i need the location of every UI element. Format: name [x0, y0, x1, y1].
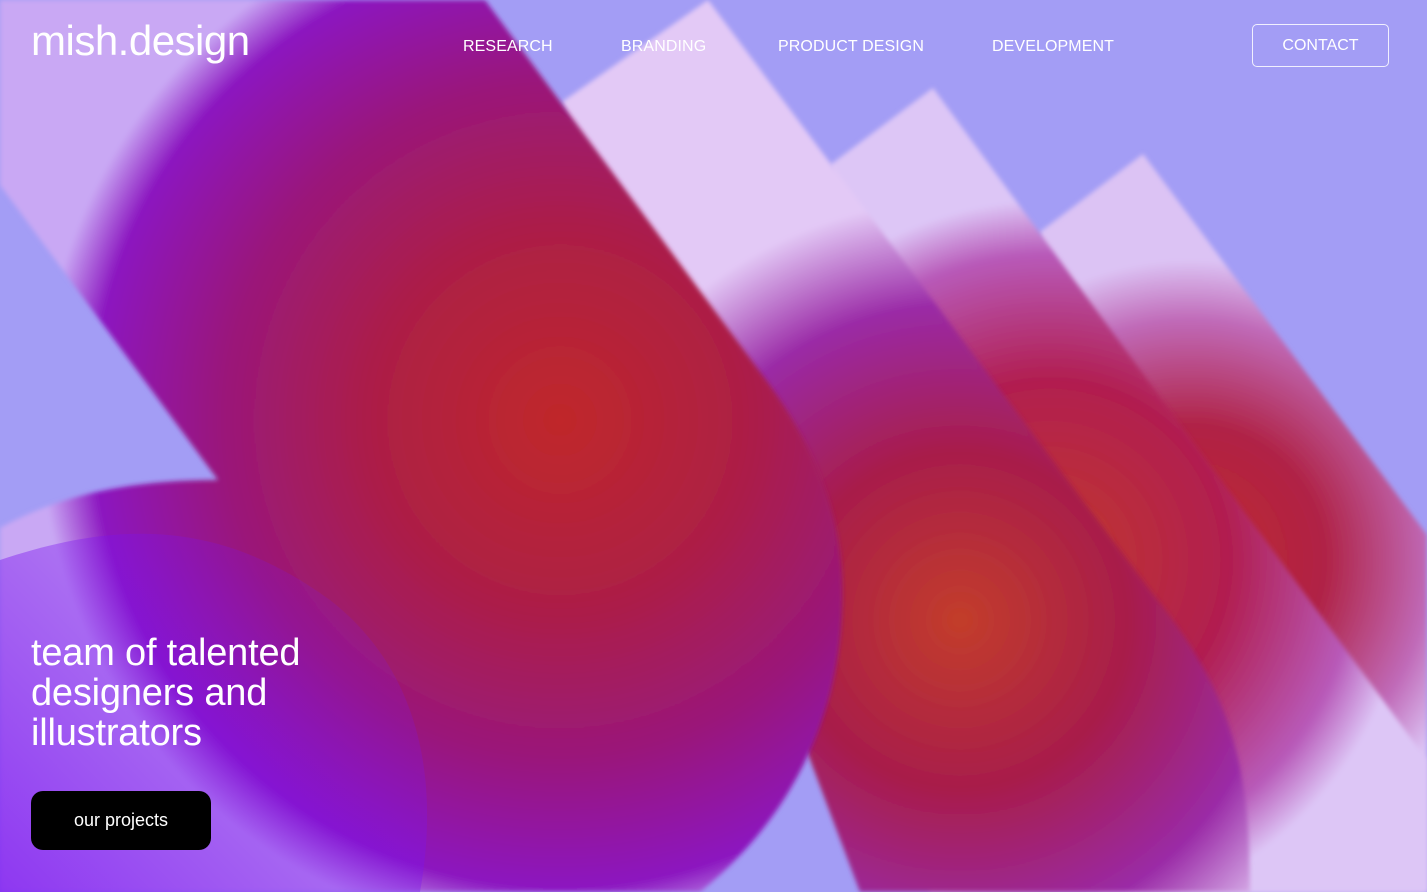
contact-button[interactable]: CONTACT [1252, 24, 1389, 67]
our-projects-button[interactable]: our projects [31, 791, 211, 850]
hero-section: mish.design RESEARCH BRANDING PRODUCT DE… [0, 0, 1427, 892]
nav-item-branding[interactable]: BRANDING [621, 36, 706, 58]
nav-item-development[interactable]: DEVELOPMENT [992, 36, 1114, 58]
nav-item-research[interactable]: RESEARCH [463, 36, 553, 58]
site-logo[interactable]: mish.design [31, 17, 250, 64]
nav-item-product-design[interactable]: PRODUCT DESIGN [778, 36, 924, 58]
hero-illustration [0, 0, 1427, 892]
hero-headline: team of talented designers and illustrat… [31, 632, 301, 754]
